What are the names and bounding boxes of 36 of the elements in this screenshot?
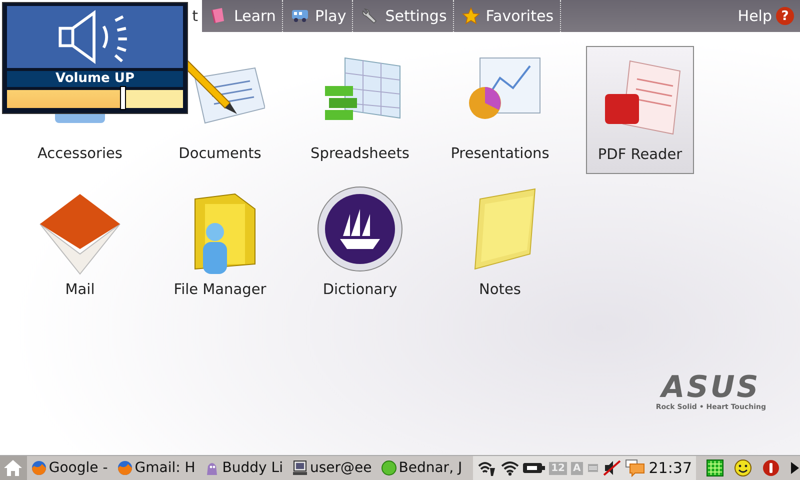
grid-icon (706, 459, 724, 477)
star-icon (462, 7, 480, 25)
computer-icon (292, 460, 308, 476)
globe-icon (116, 460, 133, 476)
power-icon (762, 459, 780, 477)
clock: 21:37 (648, 459, 692, 477)
app-launcher[interactable]: Spreadsheets (302, 46, 418, 174)
taskbar-button[interactable]: Google - (26, 460, 113, 476)
muted-speaker-icon (602, 460, 621, 476)
status-dot-icon (380, 460, 397, 476)
slider-thumb[interactable] (120, 86, 126, 110)
app-launcher[interactable]: Notes (447, 182, 553, 310)
home-icon (3, 459, 24, 477)
taskbar-button[interactable]: Buddy Li (200, 460, 288, 476)
bus-icon (290, 7, 309, 25)
speaker-icon (7, 6, 183, 68)
wifi-icon (501, 460, 520, 476)
wrench-icon (361, 7, 380, 25)
smiley-icon (734, 459, 752, 477)
wifi-wrench-icon (477, 460, 498, 476)
drive-icon (586, 462, 599, 474)
taskbar-button[interactable]: Bednar, J (376, 460, 468, 476)
app-launcher[interactable]: Presentations (442, 46, 558, 174)
app-launcher[interactable]: Mail (27, 182, 133, 310)
app-launcher[interactable]: Dictionary (307, 182, 413, 310)
volume-label: Volume UP (7, 71, 183, 87)
taskbar-button[interactable]: Gmail: H (112, 460, 200, 476)
app-launcher[interactable]: PDF Reader (586, 46, 694, 174)
battery-icon (523, 462, 546, 474)
chat-bubble-icon (624, 459, 645, 477)
help-button[interactable]: Help ? (738, 0, 800, 32)
taskbar-button[interactable]: user@ee (288, 460, 377, 476)
home-button[interactable] (0, 456, 27, 480)
app-launcher[interactable]: File Manager (166, 182, 274, 310)
arrow-right-icon (790, 461, 800, 475)
globe-icon (30, 460, 47, 476)
